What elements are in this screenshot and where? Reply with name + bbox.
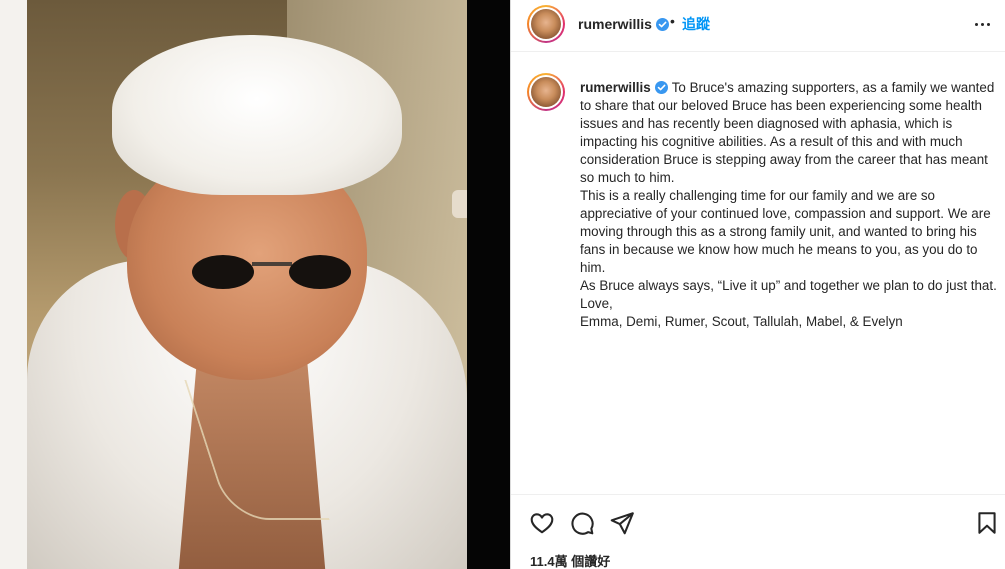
caption-paragraph: Emma, Demi, Rumer, Scout, Tallulah, Mabe…: [580, 314, 903, 329]
caption-paragraph: Love,: [580, 296, 613, 311]
share-icon[interactable]: [609, 510, 635, 536]
caption-paragraph: rumerwillis To Bruce's amazing supporters…: [580, 79, 1000, 187]
photo-letterbox: [467, 0, 510, 569]
post-caption: rumerwillis To Bruce's amazing supporters…: [580, 79, 1000, 331]
caption-username[interactable]: rumerwillis: [580, 80, 651, 95]
verified-badge-icon: [654, 81, 668, 94]
bookmark-icon[interactable]: [974, 510, 1000, 536]
caption-paragraph: This is a really challenging time for ou…: [580, 188, 991, 275]
caption-text-1: To Bruce's amazing supporters, as a fami…: [580, 80, 995, 185]
photo-door-knob: [452, 190, 467, 218]
caption-row: rumerwillis To Bruce's amazing supporters…: [511, 53, 1005, 493]
photo-sunglasses-left-lens: [192, 255, 254, 289]
avatar[interactable]: [527, 5, 565, 43]
post-photo[interactable]: [27, 0, 467, 569]
username-link[interactable]: rumerwillis: [578, 16, 652, 32]
photo-sunglasses-right-lens: [289, 255, 351, 289]
heart-icon[interactable]: [529, 510, 555, 536]
caption-paragraph: As Bruce always says, “Live it up” and t…: [580, 278, 997, 293]
photo-sunglasses-bridge: [252, 262, 292, 266]
post-photo-area: [0, 0, 510, 569]
more-options-icon[interactable]: [973, 14, 993, 34]
verified-badge-icon: [655, 18, 669, 31]
follow-button[interactable]: 追蹤: [682, 14, 710, 34]
post-side-panel: rumerwillis • 追蹤 rumerwillis To Bruce's a…: [510, 0, 1005, 569]
post-header: rumerwillis • 追蹤: [511, 0, 1005, 52]
separator-dot: •: [670, 13, 675, 29]
likes-count[interactable]: 11.4萬 個讚好: [530, 551, 610, 569]
comment-icon[interactable]: [569, 510, 595, 536]
header-username[interactable]: rumerwillis: [578, 16, 669, 32]
actions-bar: 11.4萬 個讚好: [511, 494, 1005, 569]
caption-avatar[interactable]: [527, 73, 565, 111]
